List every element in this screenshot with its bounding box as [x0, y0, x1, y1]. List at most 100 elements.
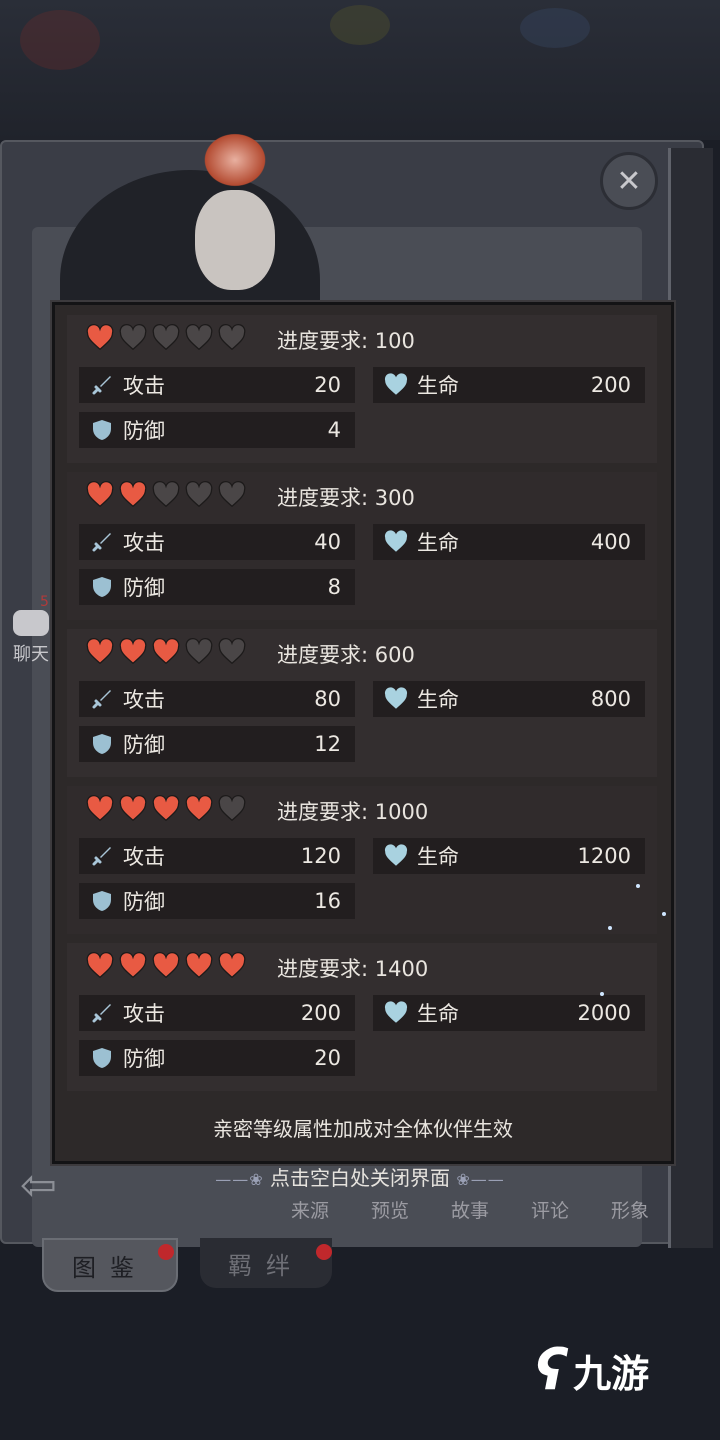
defense-stat: 防御 8 — [79, 569, 355, 605]
heart-hp-icon — [383, 686, 409, 712]
sword-icon — [89, 372, 115, 398]
tab-codex-label: 图鉴 — [72, 1253, 148, 1282]
tab-source[interactable]: 来源 — [291, 1196, 329, 1228]
top-hud-background — [0, 0, 720, 140]
progress-requirement: 进度要求: 600 — [277, 639, 415, 669]
sword-icon — [89, 686, 115, 712]
requirement-label: 进度要求: — [277, 800, 369, 824]
requirement-value: 300 — [374, 486, 415, 510]
heart-icon — [184, 951, 214, 981]
shield-icon — [89, 574, 115, 600]
requirement-label: 进度要求: — [277, 643, 369, 667]
attack-value: 200 — [300, 1001, 341, 1025]
codex-red-dot — [158, 1244, 174, 1260]
close-button[interactable]: ✕ — [600, 152, 658, 210]
hp-value: 400 — [590, 530, 631, 554]
heart-icon — [217, 480, 247, 510]
watermark-logo: ʕ 九游 — [535, 1330, 685, 1410]
tab-codex[interactable]: 图鉴 — [42, 1238, 178, 1292]
attack-value: 80 — [314, 687, 341, 711]
close-icon: ✕ — [616, 163, 642, 199]
tab-appearance[interactable]: 形象 — [611, 1196, 649, 1228]
sword-icon — [89, 529, 115, 555]
progress-requirement: 进度要求: 1400 — [277, 953, 428, 983]
hp-stat: 生命 1200 — [373, 838, 645, 874]
hp-value: 2000 — [577, 1001, 631, 1025]
requirement-label: 进度要求: — [277, 957, 369, 981]
defense-stat: 防御 16 — [79, 883, 355, 919]
chat-label: 聊天 — [13, 644, 49, 665]
attack-value: 20 — [314, 373, 341, 397]
heart-hp-icon — [383, 1000, 409, 1026]
intimacy-tier: 进度要求: 600 攻击 80 生命 800 防御 12 — [67, 629, 657, 777]
hair-flower — [200, 130, 270, 190]
hp-stat: 生命 2000 — [373, 995, 645, 1031]
intimacy-bonus-panel: 进度要求: 100 攻击 20 生命 200 防御 4 进度要求: 300 攻击 40 生命 400 防… — [52, 302, 674, 1164]
heart-hp-icon — [383, 843, 409, 869]
back-arrow-button[interactable]: ⇦ — [20, 1156, 98, 1216]
defense-label: 防御 — [123, 576, 165, 600]
heart-icon — [217, 323, 247, 353]
intimacy-tier: 进度要求: 1000 攻击 120 生命 1200 防御 16 — [67, 786, 657, 934]
heart-icon — [85, 794, 115, 824]
heart-icon — [85, 480, 115, 510]
requirement-label: 进度要求: — [277, 329, 369, 353]
attack-label: 攻击 — [123, 531, 165, 555]
chat-side-button[interactable]: 5 聊天 — [8, 594, 54, 680]
watermark-text: 九游 — [573, 1351, 650, 1396]
book-spine — [668, 148, 713, 1248]
heart-rating — [85, 480, 247, 512]
progress-requirement: 进度要求: 300 — [277, 482, 415, 512]
heart-rating — [85, 951, 247, 983]
hp-value: 200 — [590, 373, 631, 397]
attack-stat: 攻击 80 — [79, 681, 355, 717]
defense-value: 4 — [327, 418, 341, 442]
shield-icon — [89, 888, 115, 914]
heart-icon — [118, 951, 148, 981]
attack-stat: 攻击 120 — [79, 838, 355, 874]
tab-story[interactable]: 故事 — [451, 1196, 489, 1228]
sparkle — [636, 884, 640, 888]
heart-icon — [85, 951, 115, 981]
tap-close-text: 点击空白处关闭界面 — [270, 1166, 450, 1190]
attack-value: 120 — [300, 844, 341, 868]
hp-value: 800 — [590, 687, 631, 711]
hp-stat: 生命 400 — [373, 524, 645, 560]
tab-comments[interactable]: 评论 — [531, 1196, 569, 1228]
shield-icon — [89, 1045, 115, 1071]
heart-icon — [151, 323, 181, 353]
heart-icon — [217, 637, 247, 667]
heart-icon — [184, 637, 214, 667]
attack-label: 攻击 — [123, 845, 165, 869]
tap-to-close-hint[interactable]: ——❀ 点击空白处关闭界面 ❀—— — [170, 1162, 550, 1191]
character-face — [195, 190, 275, 290]
heart-rating — [85, 794, 247, 826]
requirement-value: 1000 — [374, 800, 429, 824]
hp-value: 1200 — [577, 844, 631, 868]
defense-value: 20 — [314, 1046, 341, 1070]
defense-stat: 防御 20 — [79, 1040, 355, 1076]
hp-stat: 生命 800 — [373, 681, 645, 717]
hp-stat: 生命 200 — [373, 367, 645, 403]
heart-icon — [151, 794, 181, 824]
heart-hp-icon — [383, 529, 409, 555]
tab-bond[interactable]: 羁绊 — [200, 1238, 332, 1288]
heart-icon — [217, 794, 247, 824]
shield-icon — [89, 731, 115, 757]
bottom-tab-bar: 来源 预览 故事 评论 形象 — [270, 1196, 670, 1228]
bonus-note: 亲密等级属性加成对全体伙伴生效 — [213, 1117, 513, 1141]
shield-icon — [89, 417, 115, 443]
requirement-value: 600 — [374, 643, 415, 667]
defense-value: 12 — [314, 732, 341, 756]
heart-icon — [118, 323, 148, 353]
heart-icon — [85, 323, 115, 353]
hp-label: 生命 — [417, 688, 459, 712]
heart-rating — [85, 323, 247, 355]
heart-icon — [184, 323, 214, 353]
intimacy-tier: 进度要求: 100 攻击 20 生命 200 防御 4 — [67, 315, 657, 463]
heart-icon — [151, 637, 181, 667]
heart-hp-icon — [383, 372, 409, 398]
tab-preview[interactable]: 预览 — [371, 1196, 409, 1228]
attack-stat: 攻击 40 — [79, 524, 355, 560]
intimacy-tier: 进度要求: 300 攻击 40 生命 400 防御 8 — [67, 472, 657, 620]
